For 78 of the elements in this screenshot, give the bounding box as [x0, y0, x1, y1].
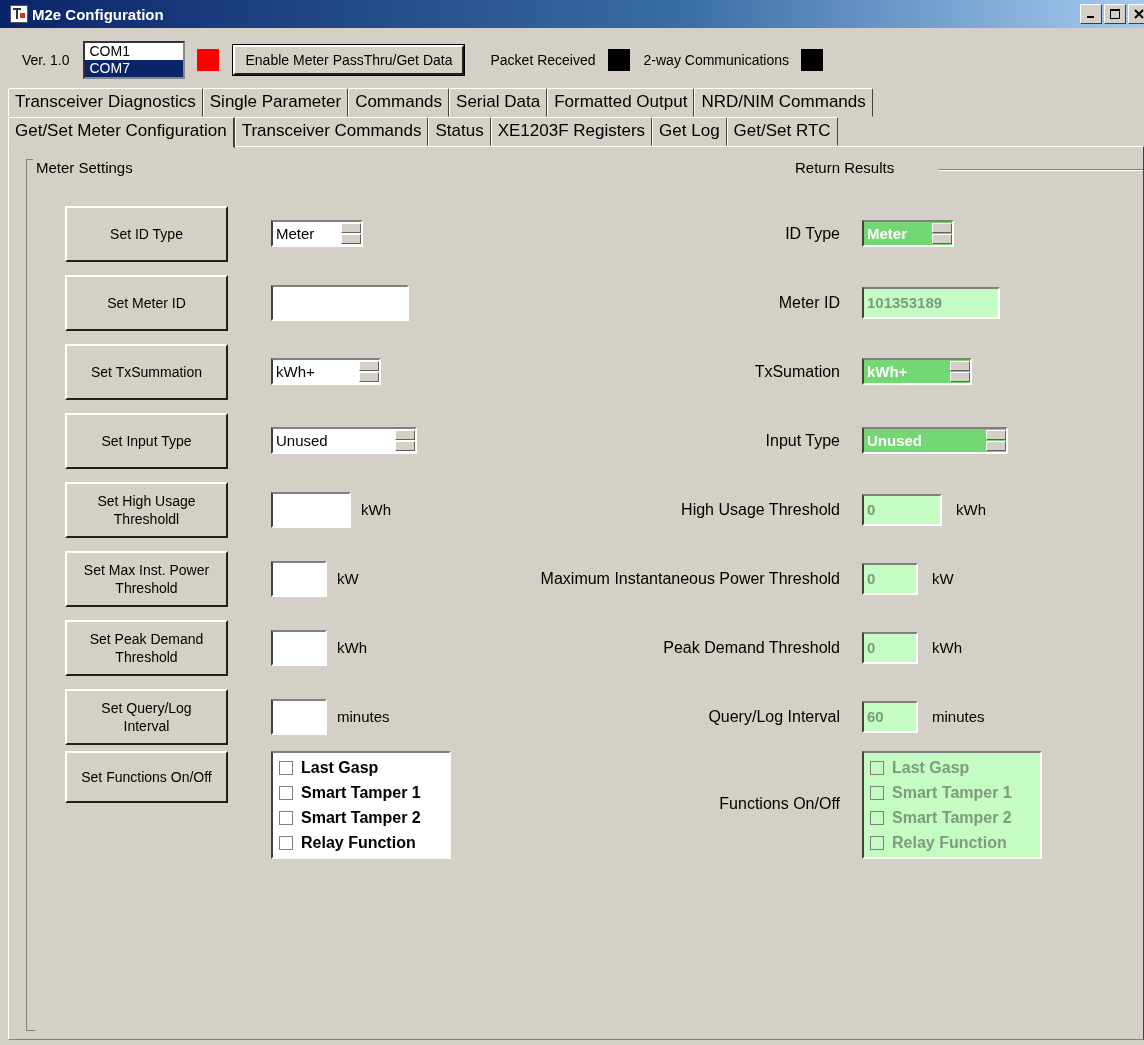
- checkbox-item: Relay Function: [870, 830, 1034, 855]
- tab[interactable]: Single Parameter: [202, 88, 349, 117]
- tab[interactable]: Get Log: [652, 117, 727, 146]
- result-label: Query/Log Interval: [707, 707, 840, 726]
- version-label: Ver. 1.0: [22, 52, 70, 68]
- checkbox-item[interactable]: Smart Tamper 1: [279, 780, 443, 805]
- result-label: ID Type: [784, 224, 840, 243]
- input-field[interactable]: [271, 698, 327, 735]
- input-field[interactable]: [271, 560, 327, 597]
- unit-label: kW: [932, 570, 954, 587]
- maximize-icon[interactable]: [1110, 9, 1120, 19]
- checkbox-item: Last Gasp: [870, 755, 1034, 780]
- spinner-field[interactable]: Unused: [271, 427, 417, 454]
- maximize-button[interactable]: [1104, 4, 1126, 24]
- set-button[interactable]: Set Peak Demand Threshold: [65, 619, 228, 676]
- unit-label: minutes: [932, 708, 985, 725]
- set-button[interactable]: Set High Usage Thresholdl: [65, 481, 228, 538]
- spinner-field[interactable]: Meter: [271, 220, 363, 247]
- checkbox-item: Smart Tamper 1: [870, 780, 1034, 805]
- input-field[interactable]: [271, 491, 351, 528]
- set-button[interactable]: Set Meter ID: [65, 274, 228, 331]
- result-field: 101353189: [862, 286, 1000, 319]
- tab[interactable]: Serial Data: [449, 88, 548, 117]
- close-icon[interactable]: [1134, 9, 1144, 19]
- input-field[interactable]: [271, 284, 409, 321]
- set-button[interactable]: Set ID Type: [65, 205, 228, 262]
- tab[interactable]: Get/Set RTC: [726, 117, 838, 146]
- indicator-label: Packet Received: [490, 52, 596, 68]
- set-button[interactable]: Set Query/Log Interval: [65, 688, 228, 745]
- result-label: Input Type: [764, 431, 840, 450]
- unit-label: kWh: [932, 639, 962, 656]
- port-list[interactable]: COM1 COM7: [83, 41, 186, 79]
- result-field: 60: [862, 700, 918, 733]
- function-list[interactable]: Last Gasp Smart Tamper 1 Smart Tamper 2 Relay Function: [271, 751, 451, 859]
- set-button[interactable]: Set Functions On/Off: [65, 751, 228, 803]
- checkbox-item[interactable]: Last Gasp: [279, 755, 443, 780]
- tab[interactable]: Transceiver Commands: [234, 117, 429, 146]
- window-title: M2e Configuration: [32, 5, 164, 23]
- close-button[interactable]: [1128, 4, 1144, 24]
- result-label: Maximum Instantaneous Power Threshold: [539, 569, 840, 588]
- tab[interactable]: Transceiver Diagnostics: [8, 88, 203, 117]
- port-item[interactable]: COM1: [85, 43, 184, 60]
- unit-label: kWh: [361, 501, 391, 518]
- spinner-field[interactable]: kWh+: [271, 358, 381, 385]
- input-field[interactable]: [271, 629, 327, 666]
- port-item[interactable]: COM7: [85, 60, 184, 77]
- unit-label: kWh: [337, 639, 367, 656]
- checkbox-item: Smart Tamper 2: [870, 805, 1034, 830]
- tab[interactable]: Status: [428, 117, 491, 146]
- result-label: Functions On/Off: [718, 795, 840, 813]
- spinner-field: kWh+: [862, 358, 972, 385]
- tab[interactable]: Get/Set Meter Configuration: [8, 117, 235, 148]
- set-button[interactable]: Set Input Type: [65, 412, 228, 469]
- minimize-button[interactable]: [1080, 4, 1102, 24]
- tab[interactable]: Formatted Output: [547, 88, 695, 117]
- tab[interactable]: NRD/NIM Commands: [694, 88, 873, 117]
- checkbox-item[interactable]: Smart Tamper 2: [279, 805, 443, 830]
- result-label: Peak Demand Threshold: [662, 638, 840, 657]
- spinner-field: Unused: [862, 427, 1008, 454]
- checkbox-item[interactable]: Relay Function: [279, 830, 443, 855]
- result-field: 0: [862, 493, 942, 526]
- result-field: 0: [862, 631, 918, 664]
- unit-label: minutes: [337, 708, 390, 725]
- group-title: Meter Settings: [33, 159, 136, 176]
- indicator-label: 2-way Communications: [643, 52, 790, 68]
- tab[interactable]: XE1203F Registers: [490, 117, 653, 146]
- result-field: 0: [862, 562, 918, 595]
- app-icon: [10, 5, 28, 23]
- tab[interactable]: Commands: [348, 88, 450, 117]
- unit-label: kW: [337, 570, 359, 587]
- set-button[interactable]: Set Max Inst. Power Threshold: [65, 550, 228, 607]
- spinner-field: Meter: [862, 220, 954, 247]
- unit-label: kWh: [956, 501, 986, 518]
- result-label: TxSumation: [753, 362, 840, 381]
- result-label: High Usage Threshold: [680, 500, 840, 519]
- result-label: Meter ID: [777, 293, 840, 312]
- set-button[interactable]: Set TxSummation: [65, 343, 228, 400]
- pass-thru-button[interactable]: Enable Meter PassThru/Get Data: [233, 45, 465, 75]
